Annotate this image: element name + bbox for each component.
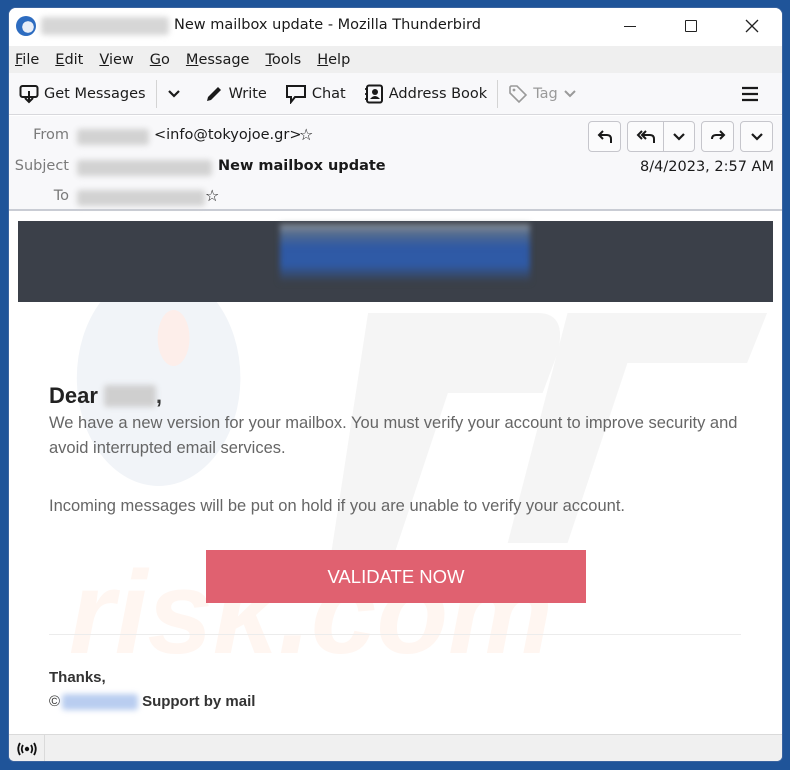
greeting: Dear ,: [49, 383, 749, 409]
message-header-pane: From <info@tokyojoe.gr> ☆ Subject New ma…: [9, 116, 782, 211]
menu-help[interactable]: Help: [317, 52, 350, 68]
app-menu-button[interactable]: [737, 79, 768, 109]
online-broadcast-icon: [16, 742, 37, 755]
message-actions: [588, 121, 773, 152]
star-icon[interactable]: ☆: [299, 125, 313, 144]
forward-icon: [710, 129, 725, 140]
from-label: From: [33, 127, 69, 143]
redacted-recipient-name: [103, 385, 156, 407]
reply-icon: [597, 129, 612, 143]
menu-bar: File Edit View Go Message Tools Help: [9, 46, 782, 73]
download-inbox-icon: [19, 84, 39, 103]
chevron-down-icon: [750, 132, 763, 141]
menu-go[interactable]: Go: [150, 52, 170, 68]
validate-now-button[interactable]: VALIDATE NOW: [206, 550, 586, 603]
get-messages-button[interactable]: Get Messages: [15, 79, 150, 109]
address-book-button[interactable]: Address Book: [360, 79, 491, 109]
close-icon: [745, 19, 759, 33]
toolbar-separator: [155, 79, 157, 108]
menu-accel: G: [149, 51, 162, 68]
redacted-brand-logo: [280, 224, 530, 282]
menu-label: essage: [198, 51, 250, 68]
reply-all-icon: [636, 129, 655, 143]
maximize-icon: [685, 20, 697, 32]
menu-accel: M: [185, 51, 199, 68]
write-button[interactable]: Write: [200, 79, 271, 109]
thunderbird-window: New mailbox update - Mozilla Thunderbird…: [8, 7, 783, 762]
address-book-label: Address Book: [388, 85, 488, 102]
to-label: To: [53, 188, 69, 204]
close-button[interactable]: [729, 8, 775, 44]
signature: © Support by mail: [49, 693, 255, 710]
toolbar-separator: [497, 79, 499, 108]
get-messages-label: Get Messages: [44, 85, 146, 102]
subject-label: Subject: [14, 158, 69, 174]
tag-button[interactable]: Tag: [504, 79, 586, 109]
address-book-icon: [364, 84, 383, 103]
tag-label: Tag: [533, 85, 558, 102]
status-bar: [9, 734, 782, 761]
menu-label: dit: [64, 51, 84, 68]
menu-label: o: [161, 51, 170, 68]
redacted-sender-name: [77, 129, 149, 145]
subject-value: New mailbox update: [218, 158, 386, 174]
reply-button[interactable]: [588, 121, 621, 152]
write-label: Write: [228, 85, 267, 102]
chat-bubble-icon: [285, 84, 306, 104]
minimize-button[interactable]: [607, 8, 653, 44]
greeting-text: Dear: [49, 383, 98, 408]
menu-accel: V: [99, 51, 109, 68]
message-body: risk.com Dear , We have a new version fo…: [9, 213, 782, 733]
menu-file[interactable]: File: [15, 52, 39, 68]
menu-message[interactable]: Message: [186, 52, 250, 68]
menu-label: iew: [108, 51, 134, 68]
redacted-recipient: [77, 190, 205, 206]
chat-label: Chat: [311, 85, 346, 102]
main-toolbar: Get Messages Write Chat Address Book Tag: [9, 73, 782, 115]
paragraph-1: We have a new version for your mailbox. …: [49, 414, 738, 457]
menu-label: ile: [22, 51, 40, 68]
redacted-subject-prefix: [77, 160, 212, 176]
signature-text: Support by mail: [142, 693, 256, 710]
window-title: New mailbox update - Mozilla Thunderbird: [174, 17, 481, 33]
hamburger-menu-icon: [742, 86, 758, 101]
chevron-down-icon: [673, 132, 685, 141]
pencil-icon: [206, 86, 221, 101]
copyright-symbol: ©: [49, 693, 61, 710]
tag-icon: [509, 84, 528, 103]
title-bar: New mailbox update - Mozilla Thunderbird: [9, 8, 782, 46]
reply-all-dropdown[interactable]: [664, 122, 694, 151]
chat-button[interactable]: Chat: [281, 79, 350, 109]
redacted-domain-link[interactable]: [62, 693, 139, 710]
header-banner: [18, 221, 773, 302]
menu-tools[interactable]: Tools: [265, 52, 301, 68]
menu-label: elp: [328, 51, 351, 68]
email-content: Dear , We have a new version for your ma…: [49, 383, 749, 519]
redacted-title-prefix: [41, 17, 169, 35]
reply-all-split: [627, 121, 695, 152]
maximize-button[interactable]: [668, 8, 714, 44]
chevron-down-icon: [167, 89, 180, 98]
menu-edit[interactable]: Edit: [55, 52, 83, 68]
star-icon[interactable]: ☆: [205, 186, 219, 205]
menu-view[interactable]: View: [99, 52, 133, 68]
more-actions-button[interactable]: [740, 121, 773, 152]
closing-thanks: Thanks,: [49, 669, 106, 686]
paragraph-2: Incoming messages will be put on hold if…: [49, 497, 625, 515]
from-email[interactable]: <info@tokyojoe.gr>: [154, 127, 301, 143]
get-messages-dropdown[interactable]: [163, 79, 190, 109]
menu-label: ools: [271, 51, 302, 68]
reply-all-button[interactable]: [628, 122, 664, 151]
greeting-comma: ,: [155, 383, 163, 408]
menu-accel: H: [317, 51, 329, 68]
thunderbird-logo-icon: [16, 16, 36, 36]
message-date: 8/4/2023, 2:57 AM: [640, 159, 774, 175]
content-divider: [49, 634, 741, 635]
online-status-button[interactable]: [9, 735, 45, 761]
forward-button[interactable]: [701, 121, 734, 152]
minimize-icon: [624, 25, 636, 27]
chevron-down-icon: [564, 89, 576, 97]
